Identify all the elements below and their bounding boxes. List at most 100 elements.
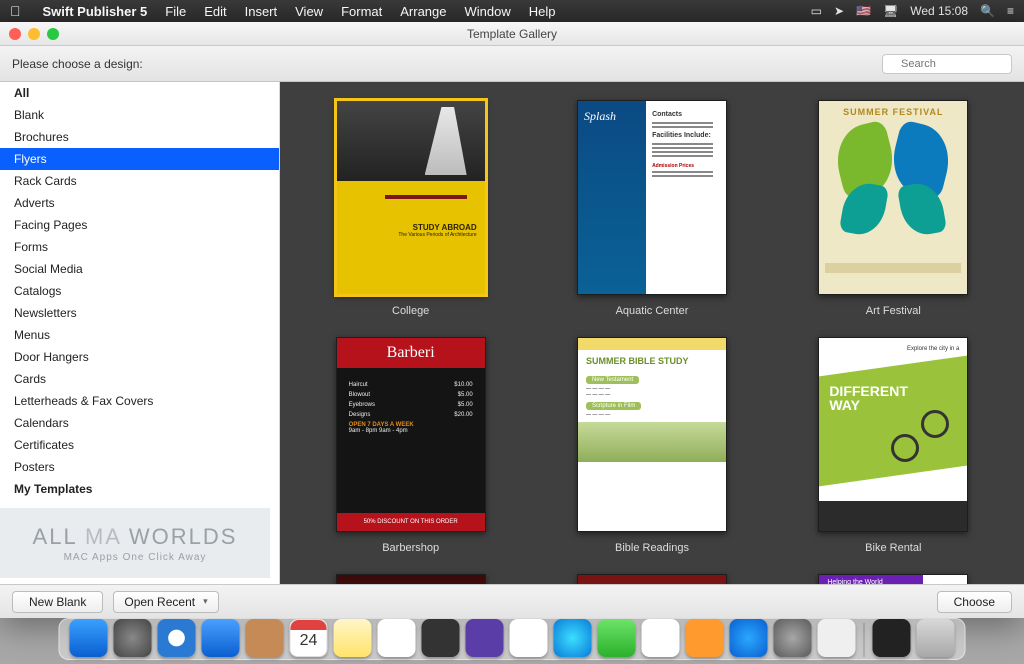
dock-trash-icon[interactable]	[917, 619, 955, 657]
open-recent-select[interactable]: Open Recent	[113, 591, 218, 613]
template-bible-readings[interactable]: SUMMER BIBLE STUDY New Testament— — — ——…	[577, 337, 727, 554]
template-thumbnail: SUMMER FESTIVAL	[818, 100, 968, 295]
template-partial-1[interactable]	[336, 574, 486, 584]
menu-edit[interactable]: Edit	[204, 4, 226, 19]
sidebar-item-newsletters[interactable]: Newsletters	[0, 302, 279, 324]
menu-window[interactable]: Window	[465, 4, 511, 19]
dock-reminders-icon[interactable]	[378, 619, 416, 657]
sidebar-item-brochures[interactable]: Brochures	[0, 126, 279, 148]
template-college[interactable]: STUDY ABROAD The Various Periods of Arch…	[336, 100, 486, 317]
dock-calendar-icon[interactable]	[290, 619, 328, 657]
titlebar: Template Gallery	[0, 22, 1024, 46]
sidebar-item-flyers[interactable]: Flyers	[0, 148, 279, 170]
template-partial-2[interactable]: ABCCateringServices	[577, 574, 727, 584]
dock-imovie-icon[interactable]	[466, 619, 504, 657]
watermark-text: ALL	[33, 524, 85, 549]
status-display-icon[interactable]: ▭	[811, 4, 822, 18]
status-screen-icon[interactable]: 🖥	[883, 4, 898, 18]
template-thumbnail	[336, 574, 486, 584]
sidebar-item-social-media[interactable]: Social Media	[0, 258, 279, 280]
template-thumbnail: Explore the city in a DIFFERENTWAY	[818, 337, 968, 532]
dock-ibooks-icon[interactable]	[686, 619, 724, 657]
menu-extras-icon[interactable]: ≡	[1007, 4, 1014, 18]
template-art-festival[interactable]: SUMMER FESTIVAL Art Festival	[818, 100, 968, 317]
dock-folder-icon[interactable]	[873, 619, 911, 657]
sidebar-item-facing-pages[interactable]: Facing Pages	[0, 214, 279, 236]
sidebar-item-door-hangers[interactable]: Door Hangers	[0, 346, 279, 368]
prompt-label: Please choose a design:	[12, 57, 143, 71]
template-label: Barbershop	[382, 542, 439, 554]
menu-help[interactable]: Help	[529, 4, 556, 19]
sidebar-item-blank[interactable]: Blank	[0, 104, 279, 126]
sidebar: All Blank Brochures Flyers Rack Cards Ad…	[0, 82, 280, 584]
template-barbershop[interactable]: Barberi Haircut$10.00 Blowout$5.00 Eyebr…	[336, 337, 486, 554]
template-label: College	[392, 305, 429, 317]
search-icon	[882, 54, 1012, 74]
template-thumbnail: Barberi Haircut$10.00 Blowout$5.00 Eyebr…	[336, 337, 486, 532]
sidebar-item-posters[interactable]: Posters	[0, 456, 279, 478]
template-thumbnail: STUDY ABROAD The Various Periods of Arch…	[336, 100, 486, 295]
dock-dashboard-icon[interactable]	[422, 619, 460, 657]
template-thumbnail: Helping the World	[818, 574, 968, 584]
menu-insert[interactable]: Insert	[245, 4, 278, 19]
sidebar-item-letterheads[interactable]: Letterheads & Fax Covers	[0, 390, 279, 412]
status-cursor-icon[interactable]: ➤	[834, 4, 844, 18]
template-label: Bible Readings	[615, 542, 689, 554]
new-blank-button[interactable]: New Blank	[12, 591, 103, 613]
template-aquatic-center[interactable]: Contacts Facilities Include: Admission P…	[577, 100, 727, 317]
template-partial-3[interactable]: Helping the World	[818, 574, 968, 584]
choose-button[interactable]: Choose	[937, 591, 1012, 613]
dock-photos-icon[interactable]	[510, 619, 548, 657]
menu-file[interactable]: File	[165, 4, 186, 19]
dock-safari-icon[interactable]	[158, 619, 196, 657]
dock-itunes-icon[interactable]	[642, 619, 680, 657]
dock-swift-publisher-icon[interactable]	[818, 619, 856, 657]
sidebar-item-calendars[interactable]: Calendars	[0, 412, 279, 434]
minimize-window-button[interactable]	[28, 28, 40, 40]
zoom-window-button[interactable]	[47, 28, 59, 40]
dock-separator	[864, 623, 865, 657]
watermark-sub: MAC Apps One Click Away	[64, 552, 207, 563]
template-thumbnail: ABCCateringServices	[577, 574, 727, 584]
dock-appstore-icon[interactable]	[730, 619, 768, 657]
window-title: Template Gallery	[467, 27, 557, 41]
dock-notes-icon[interactable]	[334, 619, 372, 657]
apple-icon[interactable]: 	[10, 3, 21, 19]
status-clock[interactable]: Wed 15:08	[910, 4, 968, 18]
dock-launchpad-icon[interactable]	[114, 619, 152, 657]
dock-facetime-icon[interactable]	[598, 619, 636, 657]
dock-contacts-icon[interactable]	[246, 619, 284, 657]
template-gallery[interactable]: STUDY ABROAD The Various Periods of Arch…	[280, 82, 1024, 584]
template-thumbnail: SUMMER BIBLE STUDY New Testament— — — ——…	[577, 337, 727, 532]
template-thumbnail: Contacts Facilities Include: Admission P…	[577, 100, 727, 295]
dock-messages-icon[interactable]	[554, 619, 592, 657]
menu-view[interactable]: View	[295, 4, 323, 19]
dock-mail-icon[interactable]	[202, 619, 240, 657]
menu-arrange[interactable]: Arrange	[400, 4, 446, 19]
search-input[interactable]	[882, 54, 1012, 74]
app-menu[interactable]: Swift Publisher 5	[43, 4, 148, 19]
mac-menubar:  Swift Publisher 5 File Edit Insert Vie…	[0, 0, 1024, 22]
sidebar-item-menus[interactable]: Menus	[0, 324, 279, 346]
close-window-button[interactable]	[9, 28, 21, 40]
sidebar-item-cards[interactable]: Cards	[0, 368, 279, 390]
spotlight-icon[interactable]: 🔍	[980, 4, 995, 18]
sidebar-item-certificates[interactable]: Certificates	[0, 434, 279, 456]
menu-format[interactable]: Format	[341, 4, 382, 19]
dock-preferences-icon[interactable]	[774, 619, 812, 657]
sidebar-item-catalogs[interactable]: Catalogs	[0, 280, 279, 302]
template-label: Bike Rental	[865, 542, 921, 554]
dock	[59, 618, 966, 660]
sidebar-item-all[interactable]: All	[0, 82, 279, 104]
template-bike-rental[interactable]: Explore the city in a DIFFERENTWAY Bike …	[818, 337, 968, 554]
bottom-bar: New Blank Open Recent Choose	[0, 584, 1024, 618]
sidebar-item-my-templates[interactable]: My Templates	[0, 478, 279, 500]
sidebar-item-rack-cards[interactable]: Rack Cards	[0, 170, 279, 192]
status-flag-icon[interactable]: 🇺🇸	[856, 4, 871, 18]
template-label: Aquatic Center	[616, 305, 689, 317]
dock-finder-icon[interactable]	[70, 619, 108, 657]
sidebar-item-forms[interactable]: Forms	[0, 236, 279, 258]
watermark: ALL MA WORLDS MAC Apps One Click Away	[0, 508, 270, 578]
sidebar-item-adverts[interactable]: Adverts	[0, 192, 279, 214]
toolbar: Please choose a design:	[0, 46, 1024, 82]
